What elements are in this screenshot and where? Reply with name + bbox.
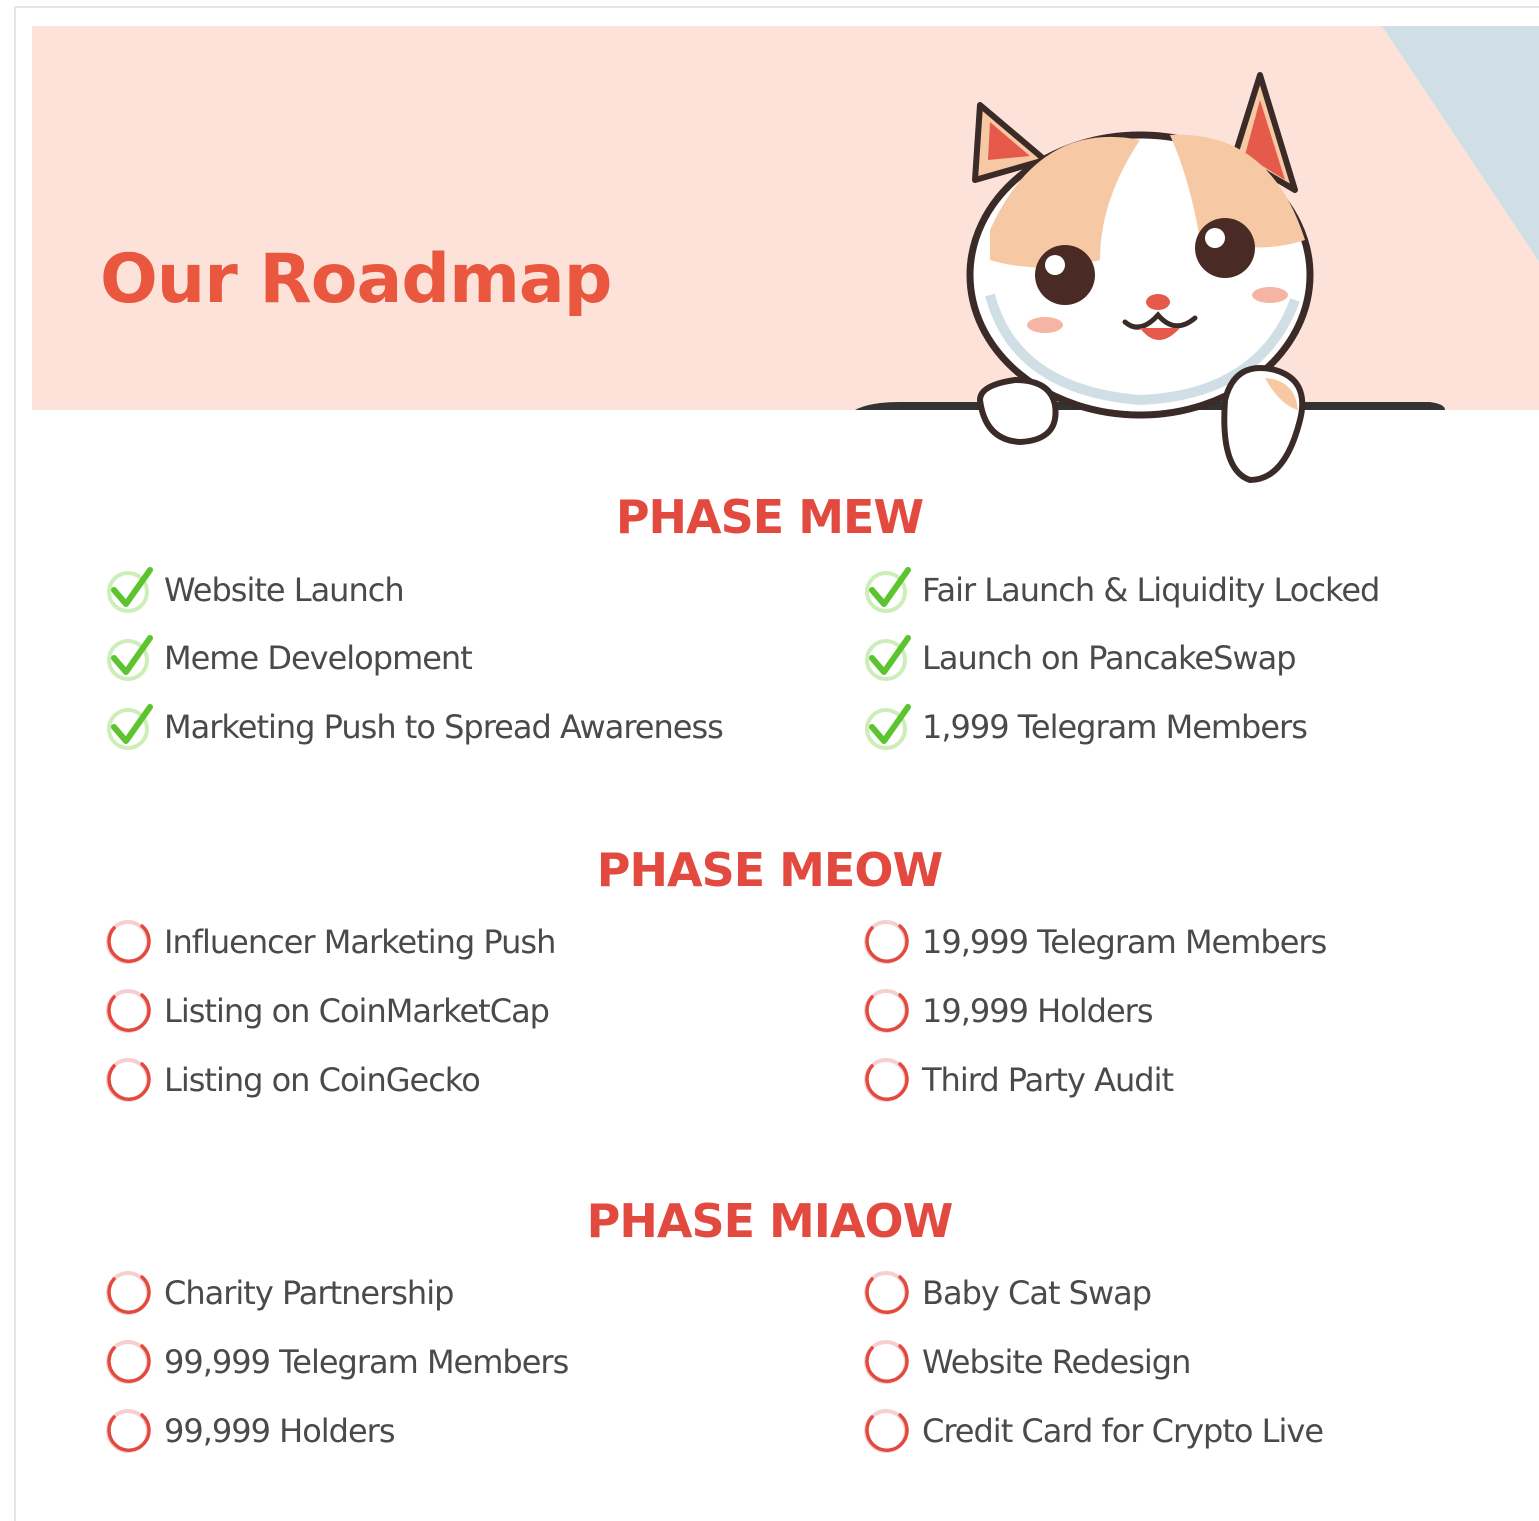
roadmap-item-label: 99,999 Telegram Members — [164, 1343, 569, 1381]
roadmap-item: Website Redesign — [862, 1336, 1191, 1388]
roadmap-item: 19,999 Holders — [862, 985, 1153, 1037]
roadmap-item-label: Listing on CoinGecko — [164, 1061, 481, 1099]
roadmap-item-label: Launch on PancakeSwap — [922, 639, 1297, 677]
circle-icon — [104, 916, 158, 968]
phase-title: PHASE MEW — [615, 490, 924, 544]
circle-icon — [104, 985, 158, 1037]
check-icon — [104, 564, 158, 616]
roadmap-item-label: 1,999 Telegram Members — [922, 708, 1308, 746]
circle-icon — [862, 985, 916, 1037]
circle-icon — [862, 1405, 916, 1457]
roadmap-item-label: Third Party Audit — [922, 1061, 1174, 1099]
roadmap-item: Launch on PancakeSwap — [862, 632, 1297, 684]
roadmap-item: Meme Development — [104, 632, 473, 684]
circle-icon — [862, 1054, 916, 1106]
circle-icon — [862, 1336, 916, 1388]
roadmap-item: Baby Cat Swap — [862, 1267, 1152, 1319]
circle-icon — [862, 1267, 916, 1319]
roadmap-item: Listing on CoinMarketCap — [104, 985, 550, 1037]
roadmap-item: 19,999 Telegram Members — [862, 916, 1327, 968]
circle-icon — [104, 1405, 158, 1457]
phase-title: PHASE MEOW — [596, 843, 943, 897]
roadmap-item: Charity Partnership — [104, 1267, 454, 1319]
circle-icon — [104, 1054, 158, 1106]
cat-mascot-illustration — [855, 72, 1445, 484]
roadmap-item: Listing on CoinGecko — [104, 1054, 481, 1106]
check-icon — [104, 701, 158, 753]
roadmap-item: 99,999 Holders — [104, 1405, 395, 1457]
roadmap-item-label: Meme Development — [164, 639, 473, 677]
roadmap-item: Website Launch — [104, 564, 405, 616]
roadmap-item: Influencer Marketing Push — [104, 916, 556, 968]
check-icon — [862, 564, 916, 616]
page-title: Our Roadmap — [100, 240, 612, 319]
roadmap-item: 1,999 Telegram Members — [862, 701, 1308, 753]
circle-icon — [862, 916, 916, 968]
roadmap-item-label: 99,999 Holders — [164, 1412, 395, 1450]
roadmap-item-label: 19,999 Telegram Members — [922, 923, 1327, 961]
roadmap-item-label: Fair Launch & Liquidity Locked — [922, 571, 1380, 609]
roadmap-item-label: Website Redesign — [922, 1343, 1191, 1381]
roadmap-item-label: Listing on CoinMarketCap — [164, 992, 550, 1030]
roadmap-item-label: Website Launch — [164, 571, 405, 609]
roadmap-item-label: Charity Partnership — [164, 1274, 454, 1312]
roadmap-item: Fair Launch & Liquidity Locked — [862, 564, 1380, 616]
roadmap-item: 99,999 Telegram Members — [104, 1336, 569, 1388]
circle-icon — [104, 1336, 158, 1388]
roadmap-item-label: 19,999 Holders — [922, 992, 1153, 1030]
roadmap-item-label: Influencer Marketing Push — [164, 923, 556, 961]
roadmap-item: Credit Card for Crypto Live — [862, 1405, 1324, 1457]
roadmap-item-label: Credit Card for Crypto Live — [922, 1412, 1324, 1450]
check-icon — [862, 701, 916, 753]
roadmap-item: Marketing Push to Spread Awareness — [104, 701, 724, 753]
check-icon — [104, 632, 158, 684]
circle-icon — [104, 1267, 158, 1319]
check-icon — [862, 632, 916, 684]
roadmap-item: Third Party Audit — [862, 1054, 1174, 1106]
roadmap-item-label: Baby Cat Swap — [922, 1274, 1152, 1312]
phase-title: PHASE MIAOW — [586, 1194, 954, 1248]
roadmap-item-label: Marketing Push to Spread Awareness — [164, 708, 724, 746]
